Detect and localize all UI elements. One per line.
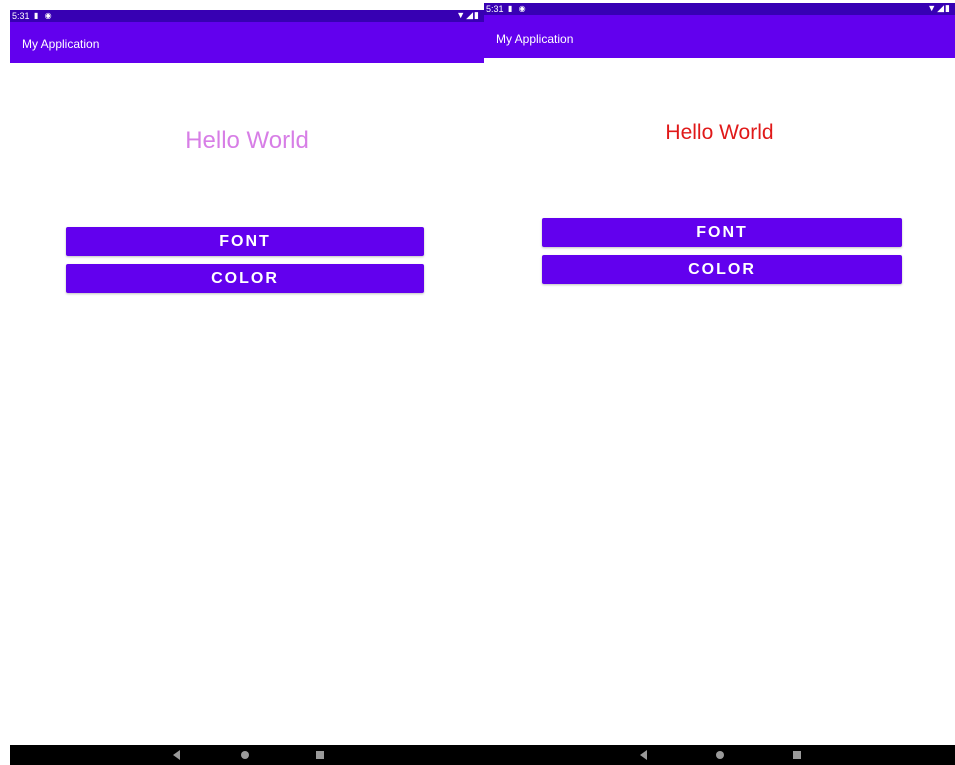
status-icons: ▮ ◉: [34, 11, 54, 20]
status-time: 5:31: [12, 11, 30, 21]
sd-card-icon: ▮: [34, 11, 41, 20]
hello-text: Hello World: [185, 127, 309, 154]
back-icon[interactable]: [640, 750, 647, 760]
sync-icon: ◉: [44, 11, 54, 20]
app-title: My Application: [22, 37, 100, 51]
recents-icon[interactable]: [316, 751, 324, 759]
signal-icon: ◢: [466, 10, 475, 20]
system-icons: ▼◢▮: [456, 10, 480, 21]
status-time: 5:31: [486, 4, 504, 14]
hello-text: Hello World: [665, 121, 774, 144]
app-bar: My Application: [10, 22, 484, 63]
color-button[interactable]: COLOR: [66, 264, 424, 293]
right-screen: 5:31 ▮ ◉ ▼◢▮ My Application Hello World …: [484, 3, 955, 765]
font-button[interactable]: FONT: [542, 218, 902, 247]
nav-bar: [484, 745, 955, 765]
status-icons: ▮ ◉: [508, 4, 528, 13]
font-button[interactable]: FONT: [66, 227, 424, 256]
color-button[interactable]: COLOR: [542, 255, 902, 284]
home-icon[interactable]: [716, 751, 724, 759]
wifi-icon: ▼: [456, 10, 467, 20]
app-bar: My Application: [484, 15, 955, 58]
sync-icon: ◉: [518, 4, 528, 13]
left-screen: 5:31 ▮ ◉ ▼◢▮ My Application Hello World …: [10, 10, 484, 765]
recents-icon[interactable]: [793, 751, 801, 759]
wifi-icon: ▼: [927, 3, 938, 13]
battery-icon: ▮: [945, 3, 951, 13]
status-bar: 5:31 ▮ ◉ ▼◢▮: [10, 10, 484, 22]
sd-card-icon: ▮: [508, 4, 515, 13]
back-icon[interactable]: [173, 750, 180, 760]
home-icon[interactable]: [241, 751, 249, 759]
app-title: My Application: [496, 32, 574, 46]
battery-icon: ▮: [474, 10, 480, 20]
system-icons: ▼◢▮: [927, 3, 951, 14]
nav-bar: [10, 745, 484, 765]
signal-icon: ◢: [937, 3, 946, 13]
status-bar: 5:31 ▮ ◉ ▼◢▮: [484, 3, 955, 15]
